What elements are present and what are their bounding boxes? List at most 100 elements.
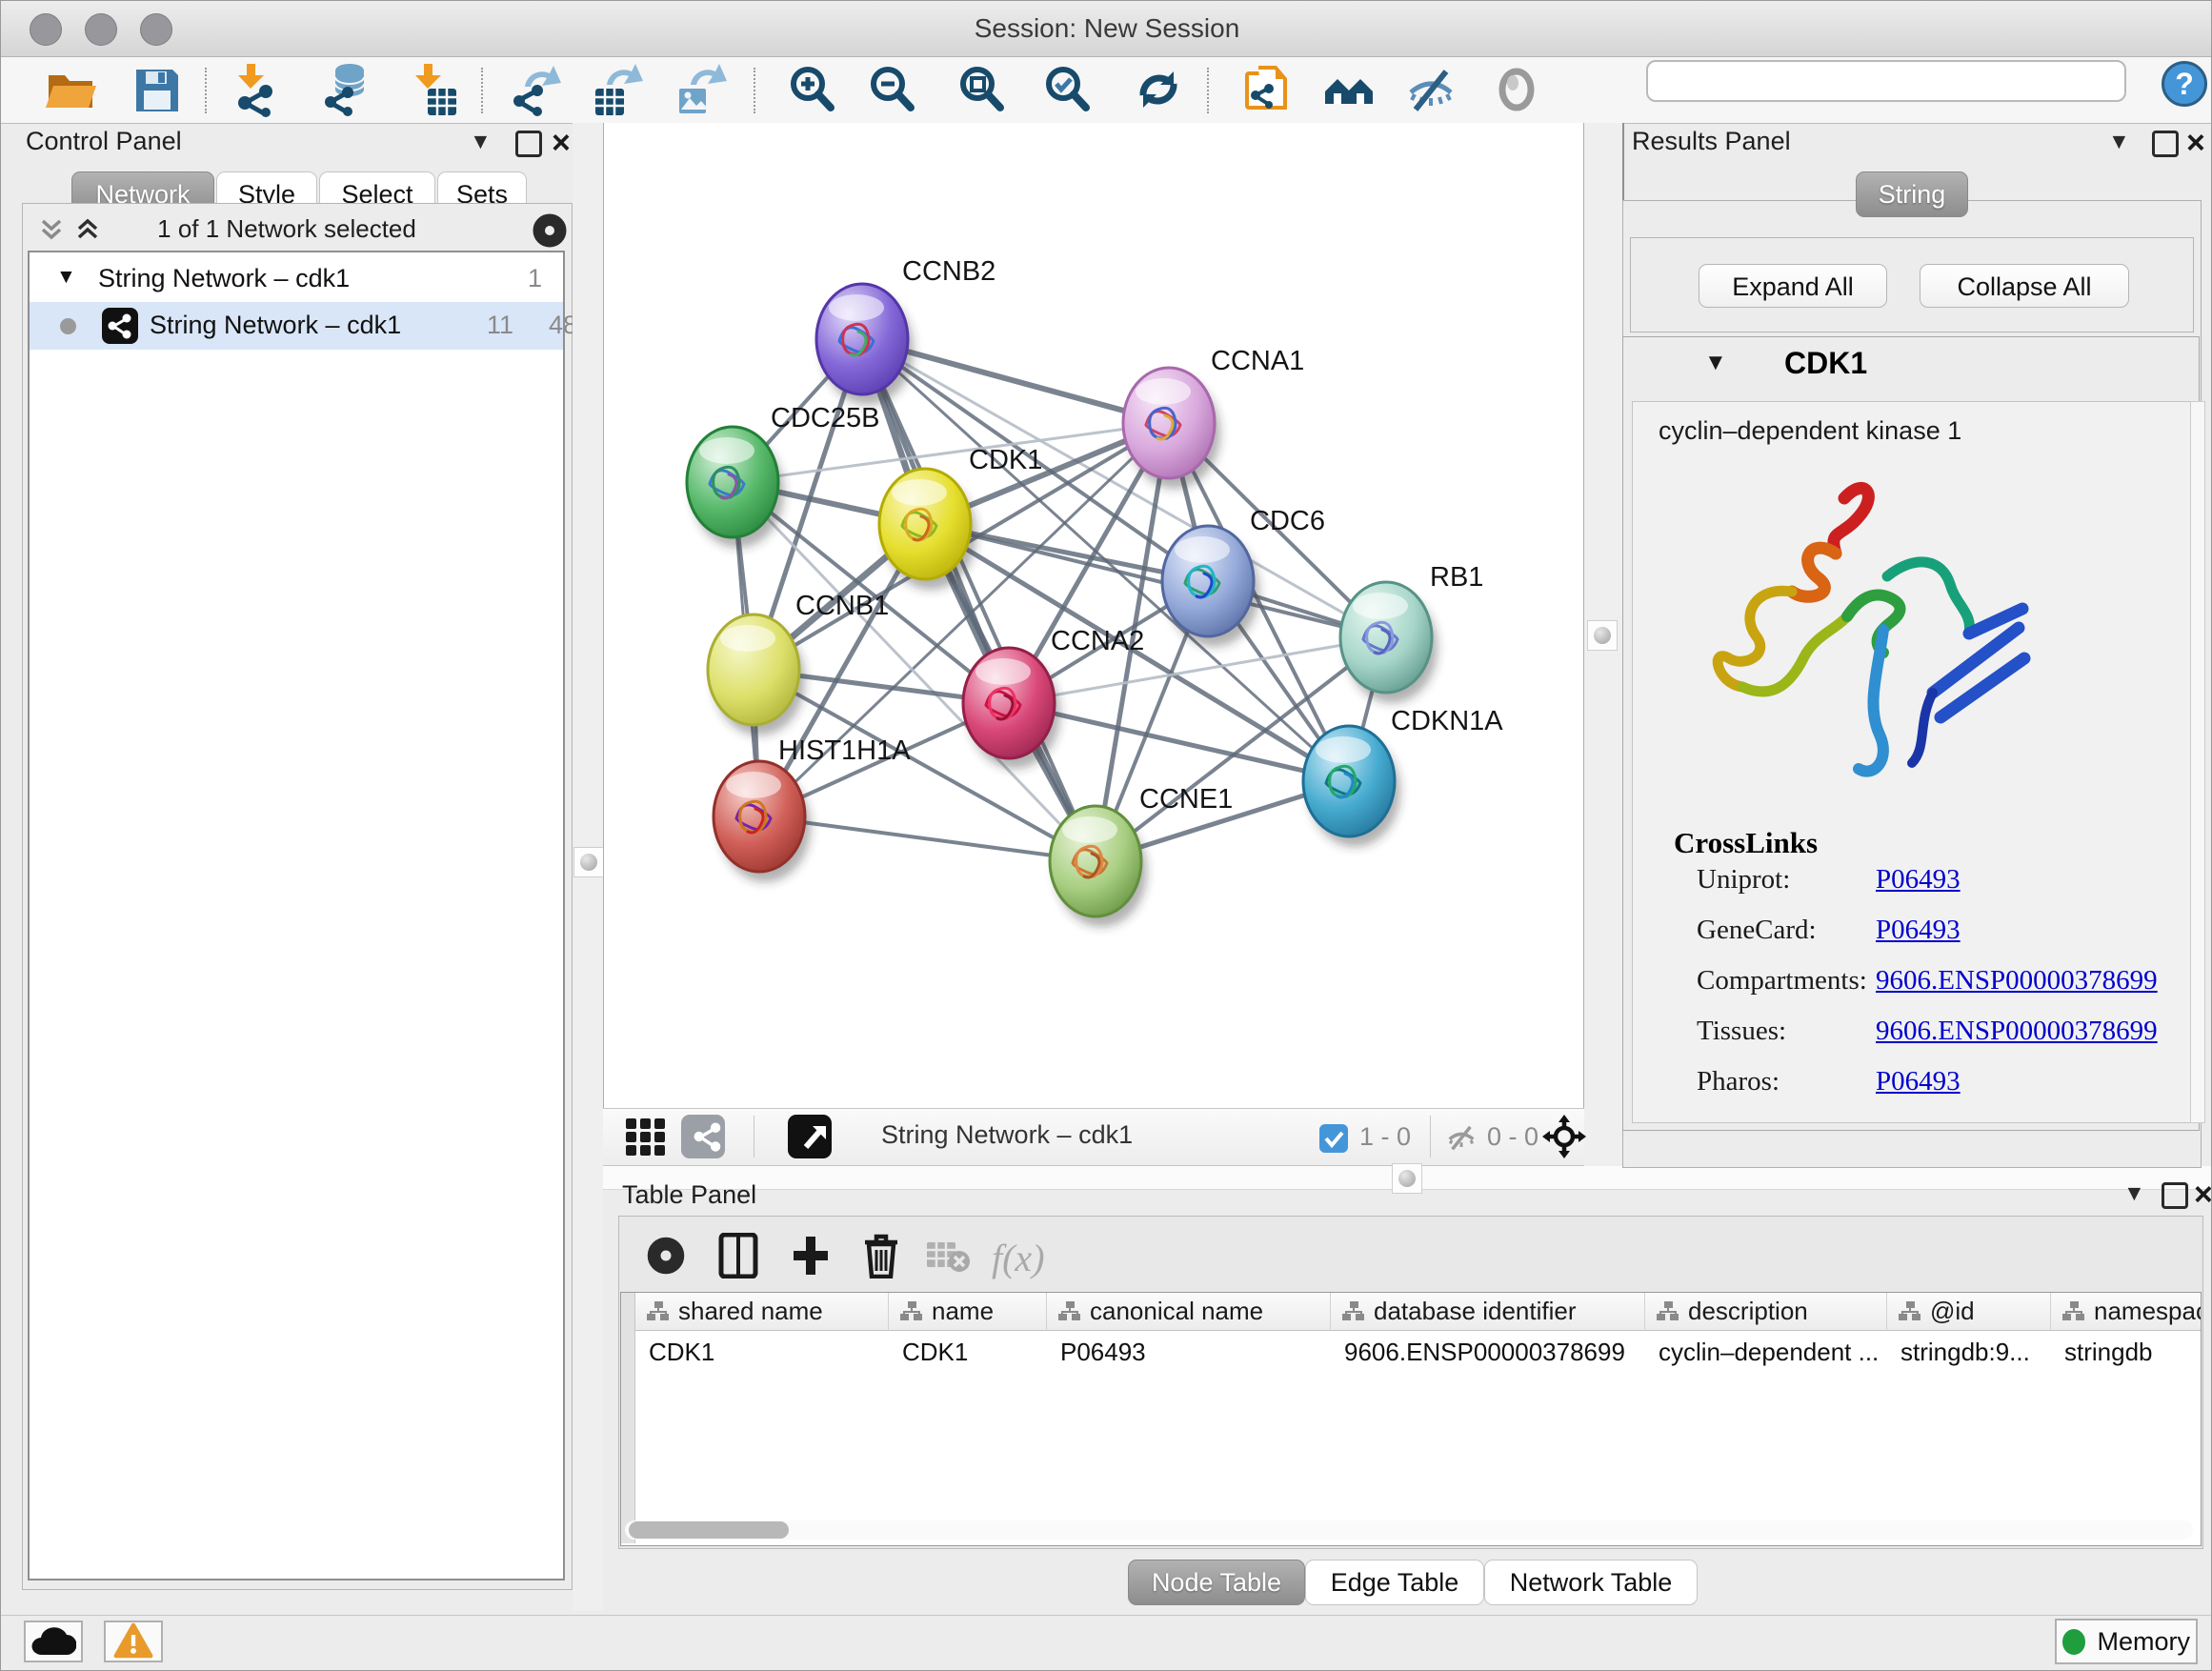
network-node-ccne1[interactable]: CCNE1 [1050, 784, 1233, 927]
network-options-button[interactable] [525, 211, 565, 251]
table-cell[interactable]: CDK1 [635, 1332, 889, 1372]
current-network-title: String Network – cdk1 [881, 1120, 1133, 1150]
network-node-ccnb2[interactable]: CCNB2 [816, 256, 995, 405]
table-panel-collapse-icon[interactable]: ▼ [2123, 1180, 2145, 1206]
table-panel-close-icon[interactable]: × [2194, 1184, 2212, 1205]
tab-network-table[interactable]: Network Table [1484, 1560, 1698, 1605]
show-hide-graphics-button[interactable] [1403, 62, 1458, 117]
table-cell[interactable]: CDK1 [889, 1332, 1047, 1372]
tab-node-table[interactable]: Node Table [1128, 1560, 1305, 1605]
selected-nodes-checkbox[interactable] [1319, 1124, 1348, 1153]
control-panel-collapse-icon[interactable]: ▼ [470, 129, 492, 154]
table-cell[interactable]: 9606.ENSP00000378699 [1331, 1332, 1645, 1372]
column-header-name[interactable]: name [889, 1293, 1047, 1331]
network-row-selected[interactable]: String Network – cdk1 11 48 [30, 302, 563, 350]
zoom-out-button[interactable] [864, 62, 919, 117]
export-image-button[interactable] [672, 62, 727, 117]
control-panel-close-icon[interactable]: × [552, 132, 571, 153]
table-horizontal-scrollbar[interactable] [625, 1520, 2193, 1540]
table-cell[interactable]: stringdb:9... [1887, 1332, 2051, 1372]
memory-button[interactable]: Memory [2055, 1619, 2198, 1664]
table-cell[interactable]: P06493 [1047, 1332, 1331, 1372]
import-network-file-button[interactable] [228, 62, 283, 117]
collapse-all-networks-button[interactable] [33, 216, 66, 245]
results-panel-collapse-icon[interactable]: ▼ [2108, 129, 2130, 154]
table-options-button[interactable] [641, 1232, 691, 1281]
column-header-shared-name[interactable]: shared name [635, 1293, 889, 1331]
import-network-database-button[interactable] [319, 62, 374, 117]
network-status-dot [60, 318, 76, 334]
zoom-in-button[interactable] [784, 62, 839, 117]
delete-column-button[interactable] [856, 1232, 906, 1281]
expand-all-button[interactable]: Expand All [1699, 264, 1887, 308]
table-cell[interactable]: stringdb [2051, 1332, 2202, 1372]
network-view-canvas[interactable]: CCNB2CCNA1CDC25BCDK1CDC6RB1CCNB1CCNA2CDK… [603, 123, 1584, 1108]
protein-collapse-icon[interactable]: ▼ [1704, 350, 1727, 376]
warning-status-button[interactable] [104, 1621, 163, 1662]
left-splitter-handle[interactable] [573, 847, 604, 877]
selected-nodes-edges-stat: 1 - 0 [1359, 1122, 1411, 1152]
network-node-hist1h1a[interactable]: HIST1H1A [714, 735, 911, 882]
refresh-view-button[interactable] [1131, 62, 1186, 117]
cloud-status-button[interactable] [24, 1621, 83, 1662]
save-session-button[interactable] [129, 62, 184, 117]
column-header-namespace[interactable]: namespace [2051, 1293, 2202, 1331]
crosslink-link[interactable]: P06493 [1876, 915, 1961, 946]
network-node-ccnb1[interactable]: CCNB1 [708, 591, 889, 735]
tab-edge-table[interactable]: Edge Table [1305, 1560, 1484, 1605]
crosslink-link[interactable]: P06493 [1876, 864, 1961, 896]
network-edge[interactable] [925, 524, 1386, 637]
save-floppy-icon [129, 62, 184, 117]
tab-string[interactable]: String [1856, 171, 1968, 217]
crosslink-link[interactable]: 9606.ENSP00000378699 [1876, 965, 2158, 997]
table-panel-float-icon[interactable] [2162, 1182, 2188, 1209]
network-edge[interactable] [862, 339, 1096, 861]
toolbar-divider [205, 68, 207, 113]
function-builder-button[interactable]: f(x) [992, 1236, 1045, 1280]
export-table-button[interactable] [590, 62, 645, 117]
refresh-icon [1131, 62, 1186, 117]
scrollbar-thumb[interactable] [629, 1521, 789, 1539]
column-header-canonical-name[interactable]: canonical name [1047, 1293, 1331, 1331]
collapse-all-button[interactable]: Collapse All [1920, 264, 2129, 308]
network-node-cdc6[interactable]: CDC6 [1162, 506, 1325, 647]
column-header-label: description [1688, 1297, 1808, 1326]
help-button[interactable]: ? [2162, 61, 2207, 107]
new-network-from-selection-button[interactable] [1239, 62, 1295, 117]
table-row[interactable]: CDK1CDK1P064939606.ENSP00000378699cyclin… [635, 1332, 2202, 1372]
search-input[interactable] [1646, 60, 2126, 102]
fit-selected-button[interactable] [1537, 1114, 1582, 1159]
column-header-description[interactable]: description [1645, 1293, 1887, 1331]
zoom-selected-button[interactable] [1039, 62, 1095, 117]
zoom-fit-button[interactable] [954, 62, 1009, 117]
crosslink-link[interactable]: P06493 [1876, 1066, 1961, 1097]
grid-view-button[interactable] [620, 1117, 664, 1158]
node-count: 11 [487, 311, 513, 340]
import-table-file-button[interactable] [405, 62, 460, 117]
highlight-button[interactable] [1489, 62, 1544, 117]
results-panel-close-icon[interactable]: × [2186, 132, 2205, 153]
show-columns-button[interactable] [714, 1232, 763, 1281]
network-list-view-button[interactable] [681, 1115, 725, 1158]
table-cell[interactable]: cyclin–dependent ... [1645, 1332, 1887, 1372]
attribute-type-icon [1899, 1301, 1921, 1322]
export-network-button[interactable] [508, 62, 563, 117]
first-neighbors-button[interactable] [1321, 62, 1377, 117]
control-panel-float-icon[interactable] [515, 131, 542, 157]
column-header--id[interactable]: @id [1887, 1293, 2051, 1331]
delete-table-button[interactable] [923, 1232, 973, 1281]
toolbar-divider [1207, 68, 1209, 113]
right-splitter-handle[interactable] [1587, 620, 1618, 651]
network-node-cdkn1a[interactable]: CDKN1A [1303, 706, 1503, 847]
horizontal-splitter-handle[interactable] [1392, 1163, 1422, 1194]
network-node-rb1[interactable]: RB1 [1340, 562, 1483, 703]
tree-expand-icon[interactable]: ▼ [56, 266, 76, 289]
birds-eye-view-button[interactable] [788, 1115, 832, 1158]
network-collection-row[interactable]: ▼ String Network – cdk1 1 [30, 258, 563, 302]
crosslink-link[interactable]: 9606.ENSP00000378699 [1876, 1016, 2158, 1047]
open-session-button[interactable] [43, 62, 98, 117]
add-column-button[interactable] [786, 1232, 835, 1281]
results-scrollbar[interactable] [2190, 401, 2205, 1123]
results-panel-float-icon[interactable] [2152, 131, 2179, 157]
column-header-database-identifier[interactable]: database identifier [1331, 1293, 1645, 1331]
